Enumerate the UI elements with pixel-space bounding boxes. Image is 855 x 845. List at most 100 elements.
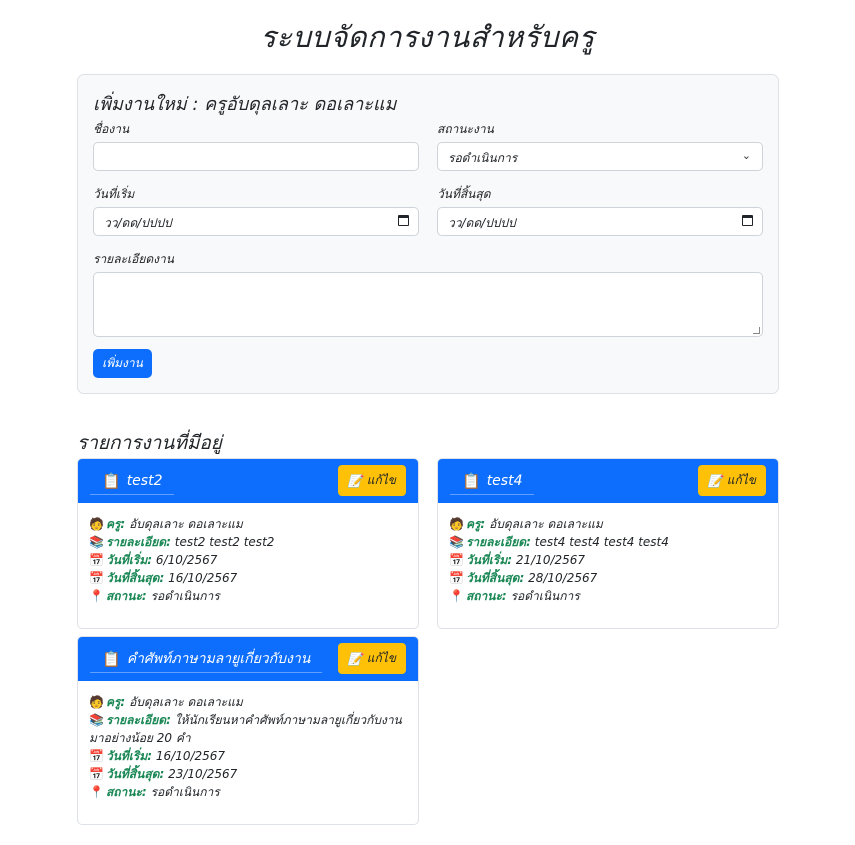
- books-icon: 📚: [89, 713, 104, 727]
- detail-row: 📚 รายละเอียด: ให้นักเรียนหาคำศัพท์ภาษามลา…: [89, 711, 407, 747]
- start-value: 6/10/2567: [155, 553, 218, 567]
- status-select[interactable]: รอดำเนินการ ⌄: [437, 142, 763, 171]
- end-row: 📅 วันที่สิ้นสุด: 23/10/2567: [89, 765, 407, 783]
- detail-label: รายละเอียด:: [105, 713, 171, 727]
- teacher-row: 🧑 ครู: อับดุลเลาะ ดอเลาะแม: [89, 515, 407, 533]
- end-date-placeholder: วว/ดด/ปปปป: [448, 216, 516, 230]
- status-label: สถานะ:: [465, 589, 507, 603]
- card-header: 📋 test2 📝 แก้ไข: [78, 459, 418, 503]
- start-date-label: วันที่เริ่ม: [93, 187, 135, 201]
- status-value: รอดำเนินการ: [510, 589, 580, 603]
- teacher-value: อับดุลเลาะ ดอเลาะแม: [489, 517, 603, 531]
- edit-button[interactable]: 📝 แก้ไข: [337, 465, 406, 496]
- books-icon: 📚: [89, 535, 104, 549]
- clipboard-icon: 📋: [102, 649, 121, 668]
- task-name-label: ชื่องาน: [93, 122, 130, 136]
- memo-icon: 📝: [707, 473, 723, 488]
- end-date-label: วันที่สิ้นสุด: [437, 187, 491, 201]
- calendar-icon: 📅: [89, 749, 104, 763]
- start-label: วันที่เริ่ม:: [465, 553, 513, 567]
- task-name-input[interactable]: [93, 142, 419, 171]
- teacher-row: 🧑 ครู: อับดุลเลาะ ดอเลาะแม: [449, 515, 767, 533]
- card-title-wrap: 📋 test4: [450, 467, 535, 495]
- task-card: 📋 test2 📝 แก้ไข 🧑 ครู: อับดุลเลาะ ดอเลาะแ…: [77, 458, 419, 629]
- start-value: 16/10/2567: [155, 749, 226, 763]
- status-value: รอดำเนินการ: [150, 589, 220, 603]
- start-row: 📅 วันที่เริ่ม: 16/10/2567: [89, 747, 407, 765]
- clipboard-icon: 📋: [462, 471, 481, 490]
- start-value: 21/10/2567: [515, 553, 586, 567]
- calendar-picker-icon[interactable]: [742, 215, 753, 226]
- detail-textarea[interactable]: [93, 272, 763, 337]
- task-card: 📋 คำศัพท์ภาษามลายูเกี่ยวกับงาน 📝 แก้ไข 🧑…: [77, 636, 419, 825]
- chevron-down-icon: ⌄: [741, 149, 751, 162]
- calendar-icon: 📅: [89, 767, 104, 781]
- card-title-wrap: 📋 test2: [90, 467, 175, 495]
- clipboard-icon: 📋: [102, 471, 121, 490]
- start-row: 📅 วันที่เริ่ม: 6/10/2567: [89, 551, 407, 569]
- teacher-label: ครู:: [465, 517, 486, 531]
- add-task-button[interactable]: เพิ่มงาน: [93, 349, 152, 378]
- calendar-icon: 📅: [89, 571, 104, 585]
- detail-row: 📚 รายละเอียด: test2 test2 test2: [89, 533, 407, 551]
- end-value: 28/10/2567: [528, 571, 598, 585]
- task-list-title: รายการงานที่มีอยู่: [77, 432, 222, 454]
- end-row: 📅 วันที่สิ้นสุด: 28/10/2567: [449, 569, 767, 587]
- teacher-value: อับดุลเลาะ ดอเลาะแม: [129, 517, 243, 531]
- pin-icon: 📍: [449, 589, 464, 603]
- status-row: 📍 สถานะ: รอดำเนินการ: [449, 587, 767, 605]
- card-header: 📋 test4 📝 แก้ไข: [438, 459, 778, 503]
- detail-value: test4 test4 test4 test4: [534, 535, 669, 549]
- status-row: 📍 สถานะ: รอดำเนินการ: [89, 783, 407, 801]
- end-row: 📅 วันที่สิ้นสุด: 16/10/2567: [89, 569, 407, 587]
- end-date-input[interactable]: วว/ดด/ปปปป: [437, 207, 763, 236]
- calendar-picker-icon[interactable]: [398, 215, 409, 226]
- start-label: วันที่เริ่ม:: [105, 749, 153, 763]
- person-icon: 🧑: [89, 517, 104, 531]
- person-icon: 🧑: [89, 695, 104, 709]
- detail-label: รายละเอียด:: [465, 535, 531, 549]
- end-label: วันที่สิ้นสุด:: [105, 571, 165, 585]
- books-icon: 📚: [449, 535, 464, 549]
- pin-icon: 📍: [89, 589, 104, 603]
- end-label: วันที่สิ้นสุด:: [105, 767, 165, 781]
- status-row: 📍 สถานะ: รอดำเนินการ: [89, 587, 407, 605]
- detail-value: test2 test2 test2: [174, 535, 275, 549]
- detail-label: รายละเอียดงาน: [93, 252, 174, 266]
- end-value: 16/10/2567: [168, 571, 238, 585]
- teacher-row: 🧑 ครู: อับดุลเลาะ ดอเลาะแม: [89, 693, 407, 711]
- detail-label: รายละเอียด:: [105, 535, 171, 549]
- status-label: สถานะงาน: [437, 122, 494, 136]
- status-value: รอดำเนินการ: [150, 785, 220, 799]
- detail-row: 📚 รายละเอียด: test4 test4 test4 test4: [449, 533, 767, 551]
- start-row: 📅 วันที่เริ่ม: 21/10/2567: [449, 551, 767, 569]
- start-date-input[interactable]: วว/ดด/ปปปป: [93, 207, 419, 236]
- card-title: test4: [486, 472, 523, 489]
- status-label: สถานะ:: [105, 785, 147, 799]
- card-body: 🧑 ครู: อับดุลเลาะ ดอเลาะแม 📚 รายละเอียด: ใ…: [78, 681, 418, 811]
- task-card: 📋 test4 📝 แก้ไข 🧑 ครู: อับดุลเลาะ ดอเลาะแ…: [437, 458, 779, 629]
- calendar-icon: 📅: [449, 571, 464, 585]
- edit-label: แก้ไข: [726, 473, 756, 487]
- card-body: 🧑 ครู: อับดุลเลาะ ดอเลาะแม 📚 รายละเอียด: t…: [438, 503, 778, 615]
- edit-label: แก้ไข: [366, 473, 396, 487]
- edit-button[interactable]: 📝 แก้ไข: [697, 465, 766, 496]
- add-task-form: เพิ่มงานใหม่ : ครูอับดุลเลาะ ดอเลาะแม ชื…: [77, 74, 779, 394]
- teacher-label: ครู:: [105, 695, 126, 709]
- teacher-label: ครู:: [105, 517, 126, 531]
- card-title: คำศัพท์ภาษามลายูเกี่ยวกับงาน: [126, 650, 311, 667]
- pin-icon: 📍: [89, 785, 104, 799]
- form-heading: เพิ่มงานใหม่ : ครูอับดุลเลาะ ดอเลาะแม: [93, 94, 397, 115]
- memo-icon: 📝: [347, 473, 363, 488]
- edit-label: แก้ไข: [366, 651, 396, 665]
- end-value: 23/10/2567: [168, 767, 238, 781]
- teacher-value: อับดุลเลาะ ดอเลาะแม: [129, 695, 243, 709]
- end-label: วันที่สิ้นสุด:: [465, 571, 525, 585]
- edit-button[interactable]: 📝 แก้ไข: [337, 643, 406, 674]
- resize-handle-icon[interactable]: [753, 327, 760, 334]
- memo-icon: 📝: [347, 651, 363, 666]
- start-label: วันที่เริ่ม:: [105, 553, 153, 567]
- status-label: สถานะ:: [105, 589, 147, 603]
- start-date-placeholder: วว/ดด/ปปปป: [104, 216, 172, 230]
- status-select-value: รอดำเนินการ: [448, 151, 518, 165]
